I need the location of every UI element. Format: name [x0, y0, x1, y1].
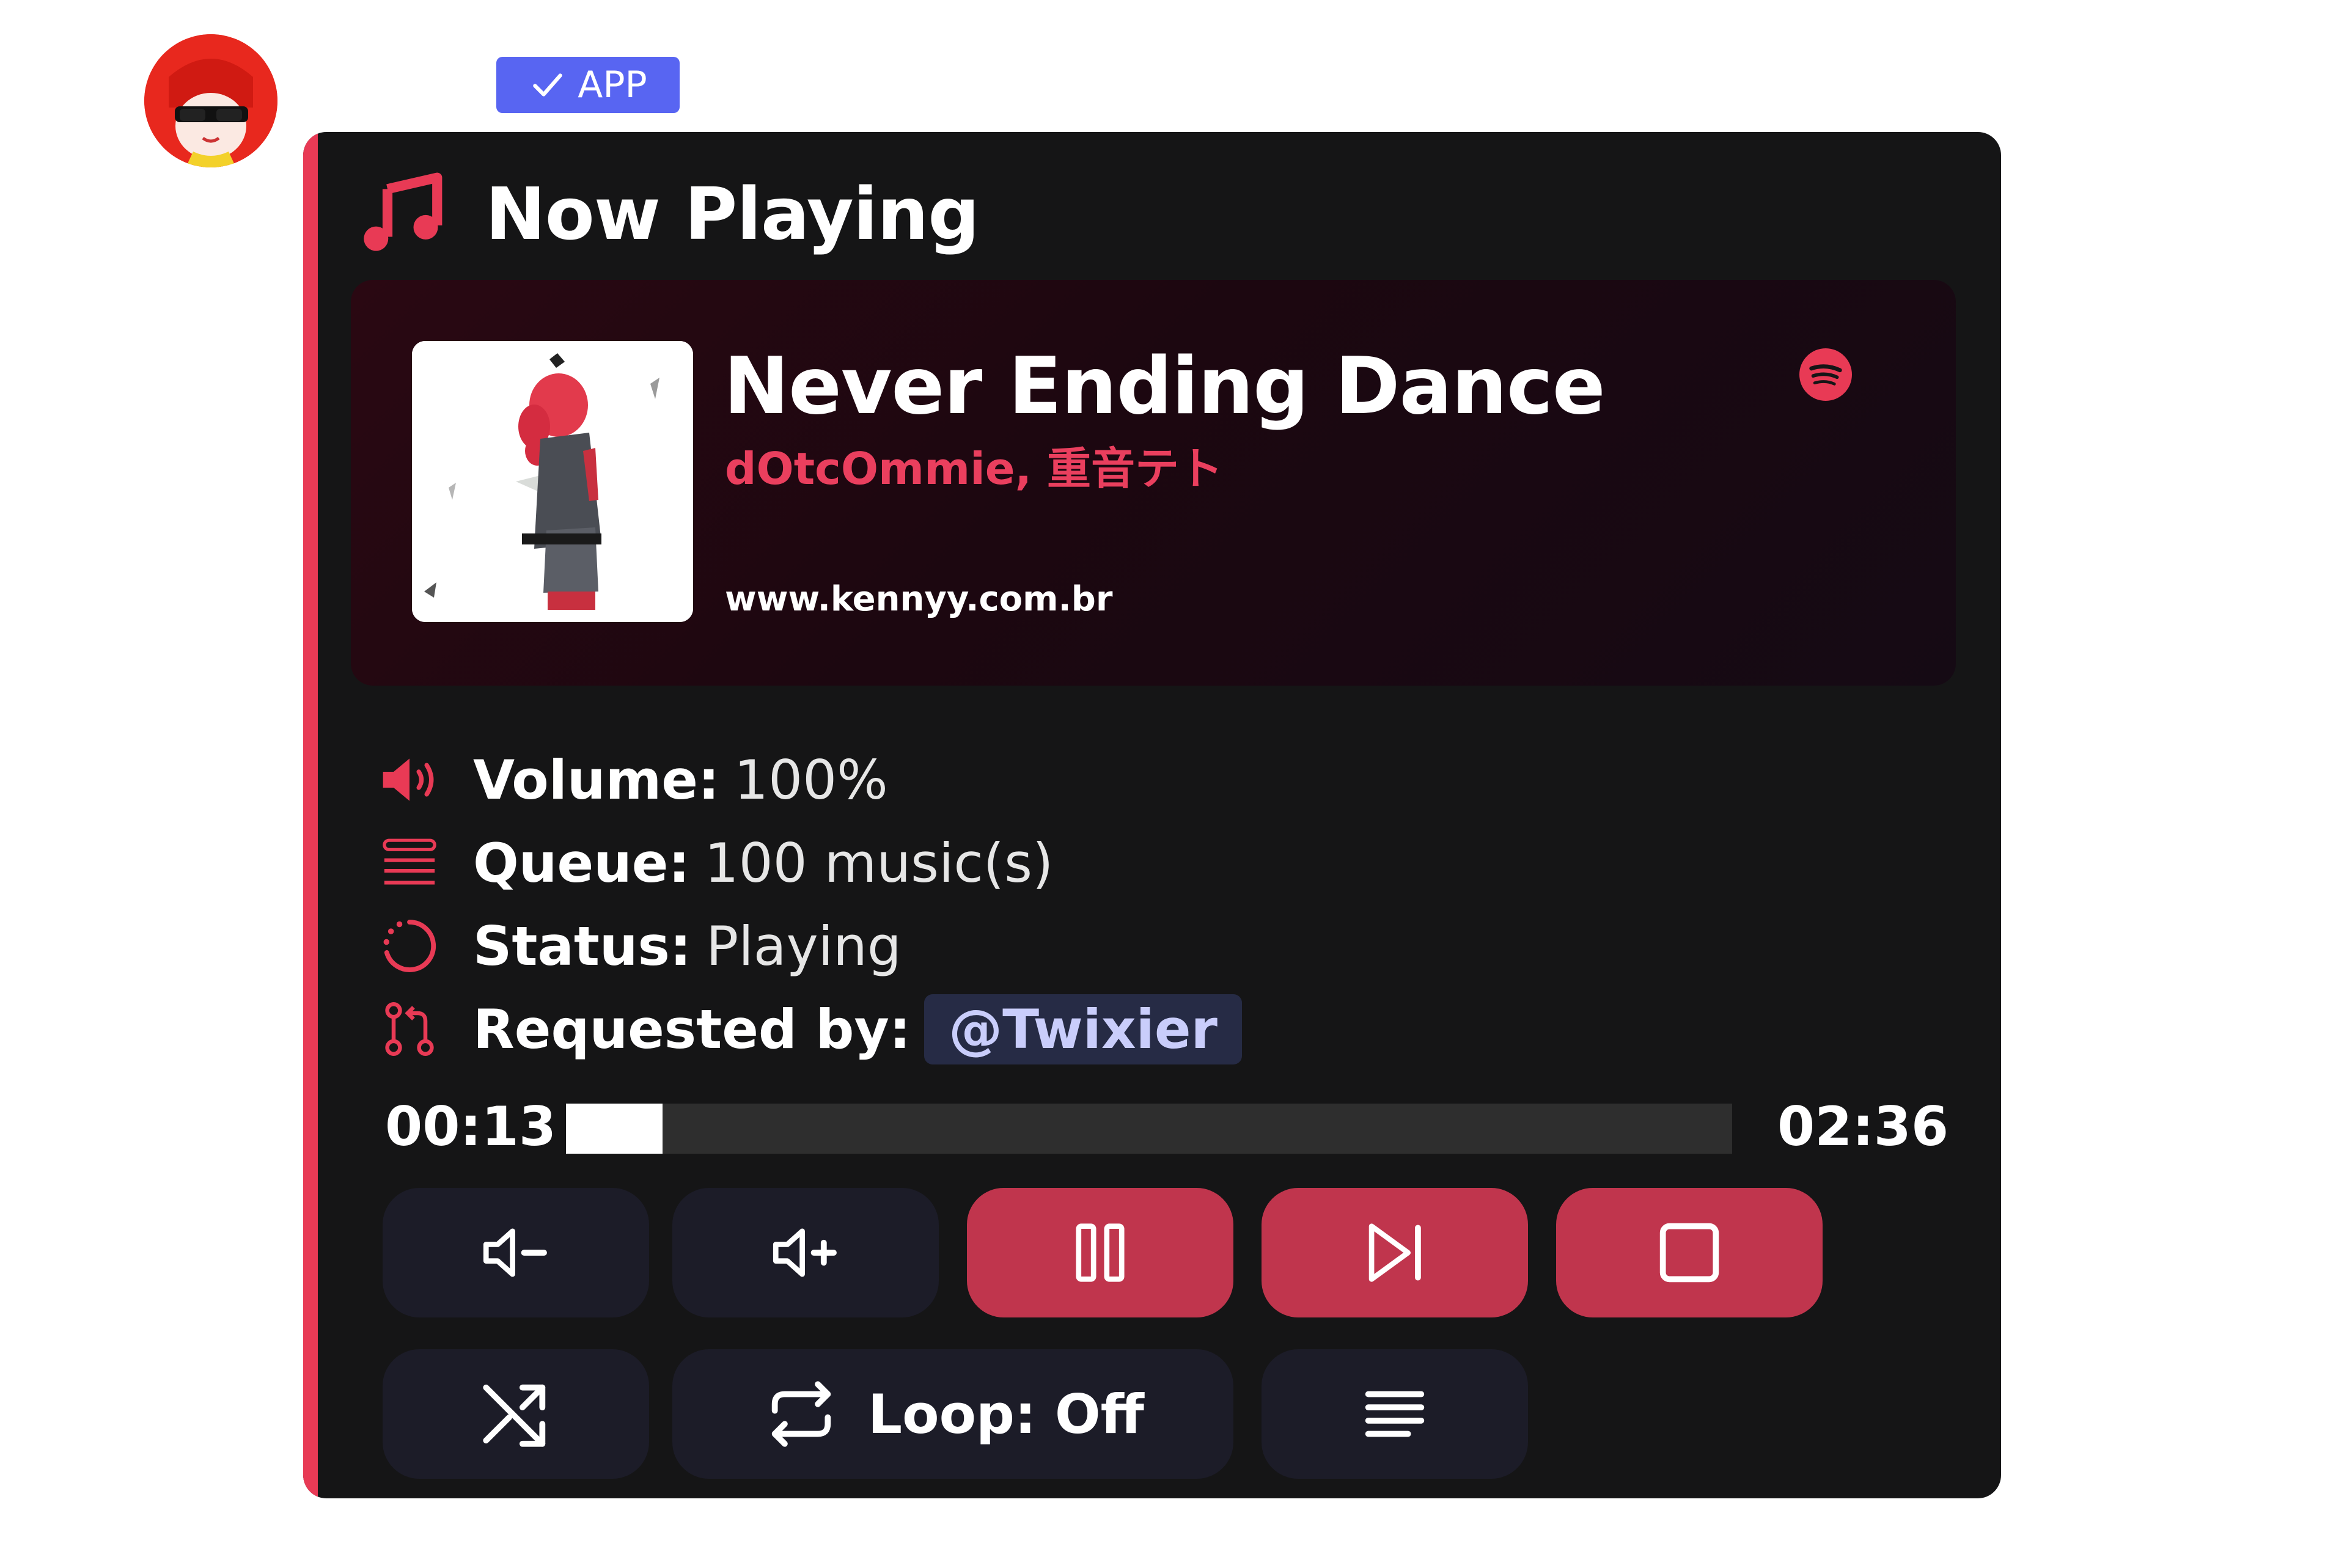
skip-button[interactable]: [1262, 1188, 1528, 1317]
requester-mention[interactable]: @Twixier: [924, 994, 1242, 1064]
volume-value: 100%: [734, 748, 888, 811]
song-artist[interactable]: dOtcOmmie, 重音テト: [725, 433, 1223, 497]
speaker-icon: [383, 758, 434, 801]
song-website[interactable]: www.kennyy.com.br: [725, 579, 1112, 619]
volume-label: Volume:: [473, 748, 720, 811]
progress-bar[interactable]: [566, 1104, 1732, 1154]
loading-icon: [383, 920, 436, 972]
stop-button[interactable]: [1556, 1188, 1823, 1317]
song-title: Never Ending Dance: [724, 341, 1606, 432]
avatar[interactable]: [144, 34, 277, 167]
pause-icon: [1076, 1223, 1125, 1282]
requested-label: Requested by:: [473, 997, 911, 1061]
check-icon: [533, 73, 563, 97]
volume-down-icon: [483, 1228, 547, 1277]
volume-up-button[interactable]: [672, 1188, 939, 1317]
queue-value: 100 music(s): [704, 831, 1054, 895]
loop-label: Loop: Off: [868, 1382, 1144, 1446]
queue-row: Queue: 100 music(s): [375, 826, 1053, 899]
loop-button[interactable]: Loop: Off: [672, 1349, 1233, 1479]
spotify-icon[interactable]: [1799, 348, 1852, 401]
music-note-icon: [364, 172, 443, 251]
elapsed-time: 00:13: [385, 1095, 557, 1158]
track-panel: Never Ending Dance dOtcOmmie, 重音テト www.k…: [351, 280, 1956, 686]
git-request-icon: [385, 1002, 434, 1056]
queue-list-icon: [1365, 1391, 1425, 1437]
accent-bar: [303, 132, 318, 1498]
page-title: Now Playing: [485, 172, 980, 256]
card-header: Now Playing: [357, 165, 980, 263]
queue-icon: [383, 838, 436, 885]
now-playing-card: Now Playing Never Ending Dance dOtcOmmie…: [303, 132, 2001, 1498]
status-label: Status:: [473, 914, 692, 978]
shuffle-icon: [483, 1384, 546, 1447]
status-row: Status: Playing: [375, 909, 902, 983]
album-cover: [412, 341, 693, 622]
total-time: 02:36: [1777, 1095, 1949, 1158]
app-badge: APP: [496, 57, 680, 113]
queue-list-button[interactable]: [1262, 1349, 1528, 1479]
requested-row: Requested by: @Twixier: [375, 992, 1242, 1066]
volume-up-icon: [773, 1228, 837, 1277]
pause-button[interactable]: [967, 1188, 1233, 1317]
app-badge-label: APP: [578, 64, 647, 106]
progress-fill: [566, 1104, 663, 1154]
shuffle-button[interactable]: [383, 1349, 649, 1479]
repeat-icon: [771, 1381, 831, 1447]
skip-next-icon: [1368, 1223, 1421, 1282]
status-value: Playing: [706, 914, 902, 978]
stop-icon: [1659, 1223, 1719, 1283]
volume-row: Volume: 100%: [375, 743, 888, 816]
volume-down-button[interactable]: [383, 1188, 649, 1317]
queue-label: Queue:: [473, 831, 690, 895]
